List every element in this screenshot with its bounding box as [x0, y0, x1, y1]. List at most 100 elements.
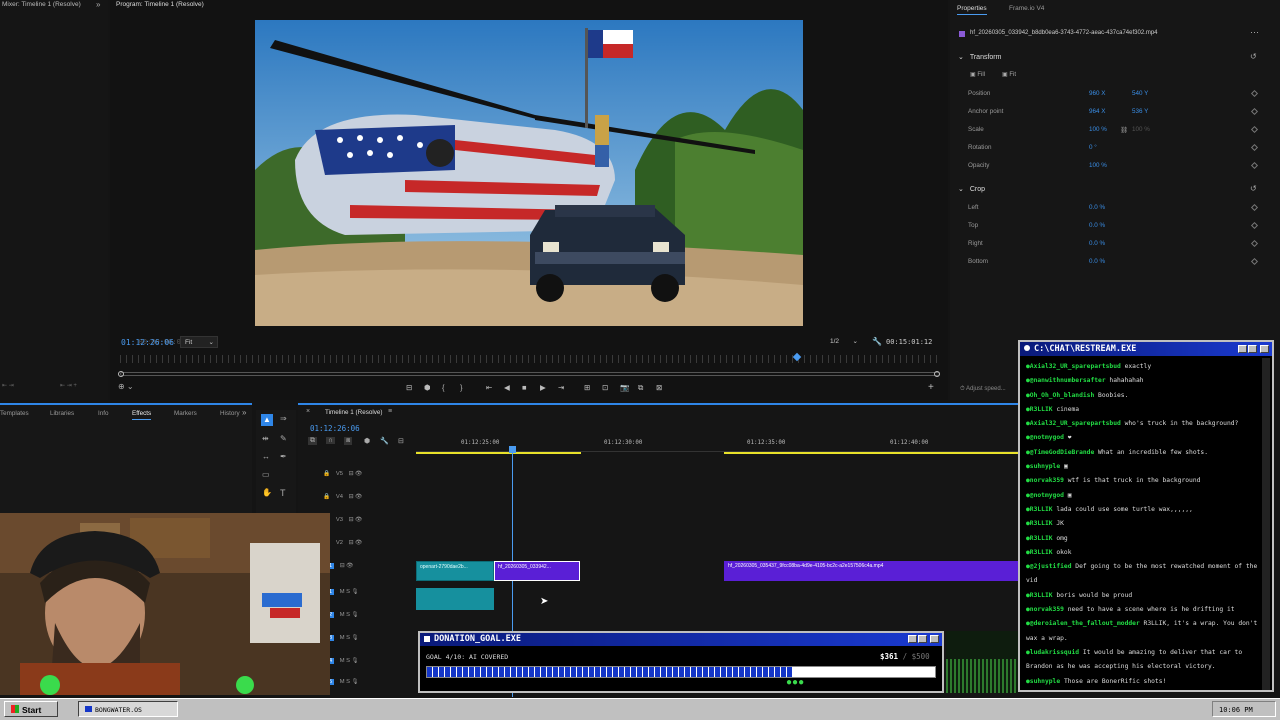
scale-value[interactable]: 100 % — [1089, 126, 1107, 133]
menu-icon[interactable]: ≡ — [388, 408, 392, 415]
captions-icon[interactable]: ⊟ — [398, 437, 404, 445]
tab-libraries[interactable]: Libraries — [50, 410, 74, 417]
close-button[interactable] — [1260, 345, 1269, 353]
clip-hf-035437[interactable]: hf_20260305_035437_9fcc08ba-4d9e-4105-bc… — [724, 561, 1020, 581]
anchor-y-value[interactable]: 536 Y — [1132, 108, 1148, 115]
chat-title-bar[interactable]: C:\CHAT\RESTREAM.EXE — [1020, 342, 1272, 356]
maximize-button[interactable] — [1248, 345, 1257, 353]
rectangle-tool-icon[interactable]: ▭ — [262, 470, 270, 479]
taskbar-task-bongwater[interactable]: BONGWATER.OS — [78, 701, 178, 717]
mark-in-icon[interactable]: ⊟ — [406, 383, 412, 392]
program-current-timecode[interactable]: 01:12:26:06 — [121, 338, 174, 347]
adjust-speed-button[interactable]: ⏱ Adjust speed... — [960, 386, 1006, 393]
close-button[interactable] — [930, 635, 939, 643]
track-label: V4 — [335, 494, 343, 500]
mixer-panel-title: Mixer: Timeline 1 (Resolve) — [2, 1, 81, 8]
out-bracket-icon[interactable]: } — [460, 383, 463, 392]
tab-history[interactable]: History — [220, 410, 240, 417]
maximize-button[interactable] — [918, 635, 927, 643]
tab-templates[interactable]: Templates — [0, 410, 29, 417]
minimize-button[interactable] — [908, 635, 917, 643]
fill-button[interactable]: ▣ Fill — [970, 71, 985, 78]
start-button[interactable]: Start — [4, 701, 58, 717]
tab-effects[interactable]: Effects — [132, 410, 152, 420]
scrubber-handle-right[interactable] — [934, 371, 940, 377]
position-x-value[interactable]: 960 X — [1089, 90, 1105, 97]
scale-width-value[interactable]: 100 % — [1132, 126, 1150, 133]
wrench-icon[interactable]: 🔧 — [380, 437, 389, 445]
anchor-x-value[interactable]: 964 X — [1089, 108, 1105, 115]
link-icon[interactable]: ⛓ — [1120, 126, 1128, 134]
position-y-value[interactable]: 540 Y — [1132, 90, 1148, 97]
opacity-value[interactable]: 100 % — [1089, 162, 1107, 169]
program-scrubber[interactable] — [120, 372, 940, 376]
tab-markers[interactable]: Markers — [174, 410, 197, 417]
in-bracket-icon[interactable]: { — [442, 383, 445, 392]
tab-frameio[interactable]: Frame.io V4 — [1009, 5, 1044, 12]
panel-expand-icon[interactable]: » — [242, 408, 246, 417]
add-marker-icon[interactable]: ⬢ — [364, 437, 370, 445]
transform-section-header[interactable]: ⌄ Transform — [958, 53, 1001, 61]
more-menu-icon[interactable]: ⋯ — [1250, 27, 1259, 38]
settings-icon[interactable]: ⊕ ⌄ — [118, 382, 134, 391]
timeline-title[interactable]: Timeline 1 (Resolve) — [325, 409, 383, 416]
reset-crop-icon[interactable]: ↺ — [1250, 184, 1257, 193]
clip-openart[interactable]: openart-2790dae2b... — [416, 561, 494, 581]
extract-icon[interactable]: ⊡ — [602, 383, 608, 392]
clip-hf-033942[interactable]: hf_20260305_033942... — [494, 561, 580, 581]
playhead-handle[interactable] — [509, 446, 516, 453]
razor-tool-icon[interactable]: ✎ — [280, 434, 287, 443]
hand-tool-icon[interactable]: ✋ — [262, 488, 272, 497]
camera-icon[interactable]: 📷 — [620, 383, 629, 392]
crop-right-value[interactable]: 0.0 % — [1089, 240, 1105, 247]
track-select-icon[interactable]: ⇒ — [280, 414, 287, 423]
crop-bottom-value[interactable]: 0.0 % — [1089, 258, 1105, 265]
add-button-icon[interactable]: + — [928, 382, 934, 393]
step-back-icon[interactable]: ◀ — [504, 383, 510, 392]
timeline-timecode[interactable]: 01:12:26:06 — [310, 424, 360, 433]
ripple-edit-icon[interactable]: ⇹ — [262, 434, 269, 443]
work-area-bar[interactable] — [416, 452, 581, 454]
crop-section-header[interactable]: ⌄ Crop — [958, 185, 985, 193]
crop-top-value[interactable]: 0.0 % — [1089, 222, 1105, 229]
play-icon[interactable]: ▶ — [540, 383, 546, 392]
lift-icon[interactable]: ⊞ — [584, 383, 590, 392]
stop-icon[interactable]: ■ — [522, 383, 527, 392]
button-editor-icon[interactable]: ⊠ — [656, 383, 662, 392]
selection-tool-icon[interactable]: ▲ — [261, 414, 273, 426]
snap-icon[interactable]: ∩ — [326, 437, 336, 444]
tab-info[interactable]: Info — [98, 410, 109, 417]
program-mini-ruler[interactable] — [120, 355, 940, 363]
chat-scrollbar[interactable] — [1262, 358, 1270, 690]
marker-icon[interactable]: ⬢ — [424, 383, 431, 392]
close-icon[interactable]: × — [306, 408, 310, 415]
nest-icon[interactable]: ⧉ — [308, 437, 317, 445]
timeline-ruler[interactable]: 01:12:25:00 01:12:30:00 01:12:35:00 01:1… — [416, 435, 1020, 455]
chat-title: C:\CHAT\RESTREAM.EXE — [1034, 344, 1137, 354]
wrench-icon[interactable]: 🔧 — [872, 337, 882, 346]
work-area-bar[interactable] — [724, 452, 1020, 454]
crop-left-value[interactable]: 0.0 % — [1089, 204, 1105, 211]
fit-button[interactable]: ▣ Fit — [1002, 71, 1016, 78]
minimize-button[interactable] — [1238, 345, 1247, 353]
type-tool-icon[interactable]: T — [280, 488, 286, 498]
resolution-dropdown[interactable]: 1/2 ⌄ — [826, 336, 860, 348]
task-icon — [85, 706, 92, 712]
go-to-in-icon[interactable]: ⇤ — [486, 383, 492, 392]
program-title[interactable]: Program: Timeline 1 (Resolve) — [116, 1, 204, 8]
donation-title-bar[interactable]: DONATION_GOAL.EXE — [420, 633, 942, 646]
audio-clip[interactable] — [416, 588, 494, 610]
go-to-out-icon[interactable]: ⇥ — [558, 383, 564, 392]
tab-properties[interactable]: Properties — [957, 5, 987, 15]
scrubber-handle-left[interactable] — [118, 371, 124, 377]
pen-tool-icon[interactable]: ✒ — [280, 452, 287, 461]
linked-selection-icon[interactable]: ⧈ — [344, 437, 353, 445]
slip-tool-icon[interactable]: ↔ — [262, 452, 270, 461]
transport-bar: ⊟ ⬢ { } ⇤ ◀ ■ ▶ ⇥ ⊞ ⊡ 📷 ⧉ ⊠ — [406, 383, 666, 395]
rotation-value[interactable]: 0 ° — [1089, 144, 1097, 151]
reset-transform-icon[interactable]: ↺ — [1250, 52, 1257, 61]
chat-text: What an incredible few shots. — [1098, 448, 1208, 456]
fit-dropdown[interactable]: Fit ⌄ — [180, 336, 218, 348]
panel-expand-icon[interactable]: » — [96, 0, 100, 9]
compare-icon[interactable]: ⧉ — [638, 383, 643, 393]
